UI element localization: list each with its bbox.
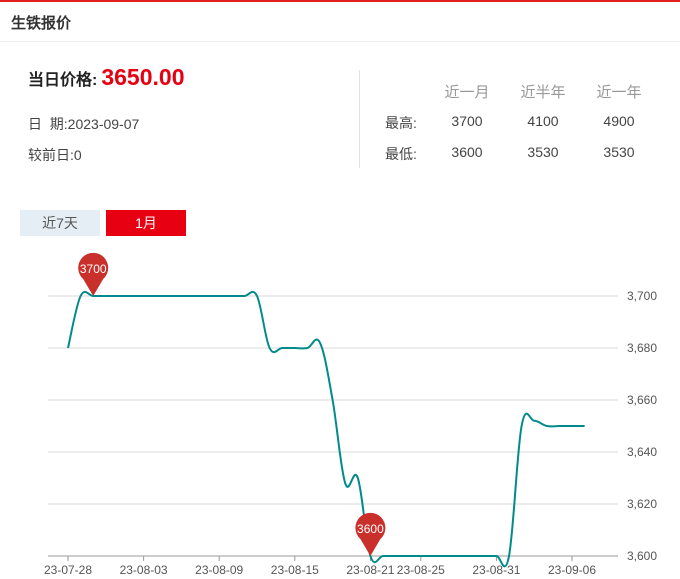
extreme-marker-pin: 3600 — [355, 512, 386, 556]
x-tick-label: 23-08-21 — [346, 563, 394, 577]
marker-value-label: 3600 — [357, 522, 384, 536]
stat-header-year: 近一年 — [596, 84, 642, 101]
change-label: 较前日: — [28, 147, 74, 163]
tab-1-month[interactable]: 1月 — [106, 210, 186, 236]
today-price-row: 当日价格: 3650.00 — [28, 64, 184, 91]
grid-layer — [48, 295, 618, 561]
date-label: 日 期: — [28, 116, 68, 132]
x-tick-label: 23-08-15 — [271, 563, 319, 577]
y-tick-label: 3,640 — [627, 445, 657, 459]
y-tick-label: 3,680 — [627, 341, 657, 355]
stat-low-month: 3600 — [451, 144, 483, 160]
x-tick-label: 23-08-09 — [195, 563, 243, 577]
today-price-label: 当日价格: — [28, 72, 98, 89]
extreme-markers: 3700 3600 — [78, 252, 386, 556]
tab-7-days[interactable]: 近7天 — [20, 210, 100, 236]
x-tick-label: 23-08-03 — [120, 563, 168, 577]
x-tick-labels: 23-07-28 23-08-03 23-08-09 23-08-15 23-08-21… — [44, 563, 596, 577]
y-tick-label: 3,660 — [627, 393, 657, 407]
stat-high-month: 3700 — [451, 113, 483, 129]
stat-header-month: 近一月 — [444, 84, 490, 101]
price-series-line — [67, 290, 585, 568]
marker-value-label: 3700 — [80, 262, 107, 276]
panel-title: 生铁报价 — [11, 15, 72, 32]
date-value: 2023-09-07 — [67, 116, 140, 132]
x-tick-label: 23-07-28 — [44, 563, 92, 577]
info-divider — [359, 70, 360, 168]
stat-header-half-year: 近半年 — [520, 84, 566, 101]
y-tick-label: 3,700 — [627, 289, 657, 303]
stat-low-half-year: 3530 — [527, 144, 559, 160]
y-tick-labels: 3,700 3,680 3,660 3,640 3,620 3,600 — [627, 289, 657, 563]
x-tick-label: 23-09-06 — [548, 563, 596, 577]
stat-low-year: 3530 — [603, 144, 635, 160]
stat-low-label: 最低: — [385, 146, 417, 162]
today-price-value: 3650.00 — [101, 64, 185, 90]
y-tick-label: 3,600 — [627, 549, 657, 563]
stat-high-year: 4900 — [603, 113, 635, 129]
top-accent-rule — [0, 0, 680, 2]
stat-high-half-year: 4100 — [527, 113, 559, 129]
stat-high-label: 最高: — [385, 115, 417, 131]
y-tick-label: 3,620 — [627, 497, 657, 511]
extreme-marker-pin: 3700 — [78, 252, 109, 296]
x-tick-label: 23-08-31 — [472, 563, 520, 577]
price-line-chart: 3,7003,6803,6603,6403,6203,600 23-07-28 2… — [44, 252, 657, 577]
title-divider — [0, 41, 680, 42]
x-tick-label: 23-08-25 — [397, 563, 445, 577]
change-value: 0 — [73, 147, 82, 163]
date-line: 日 期:2023-09-07 — [28, 114, 139, 134]
change-line: 较前日:0 — [28, 145, 82, 165]
